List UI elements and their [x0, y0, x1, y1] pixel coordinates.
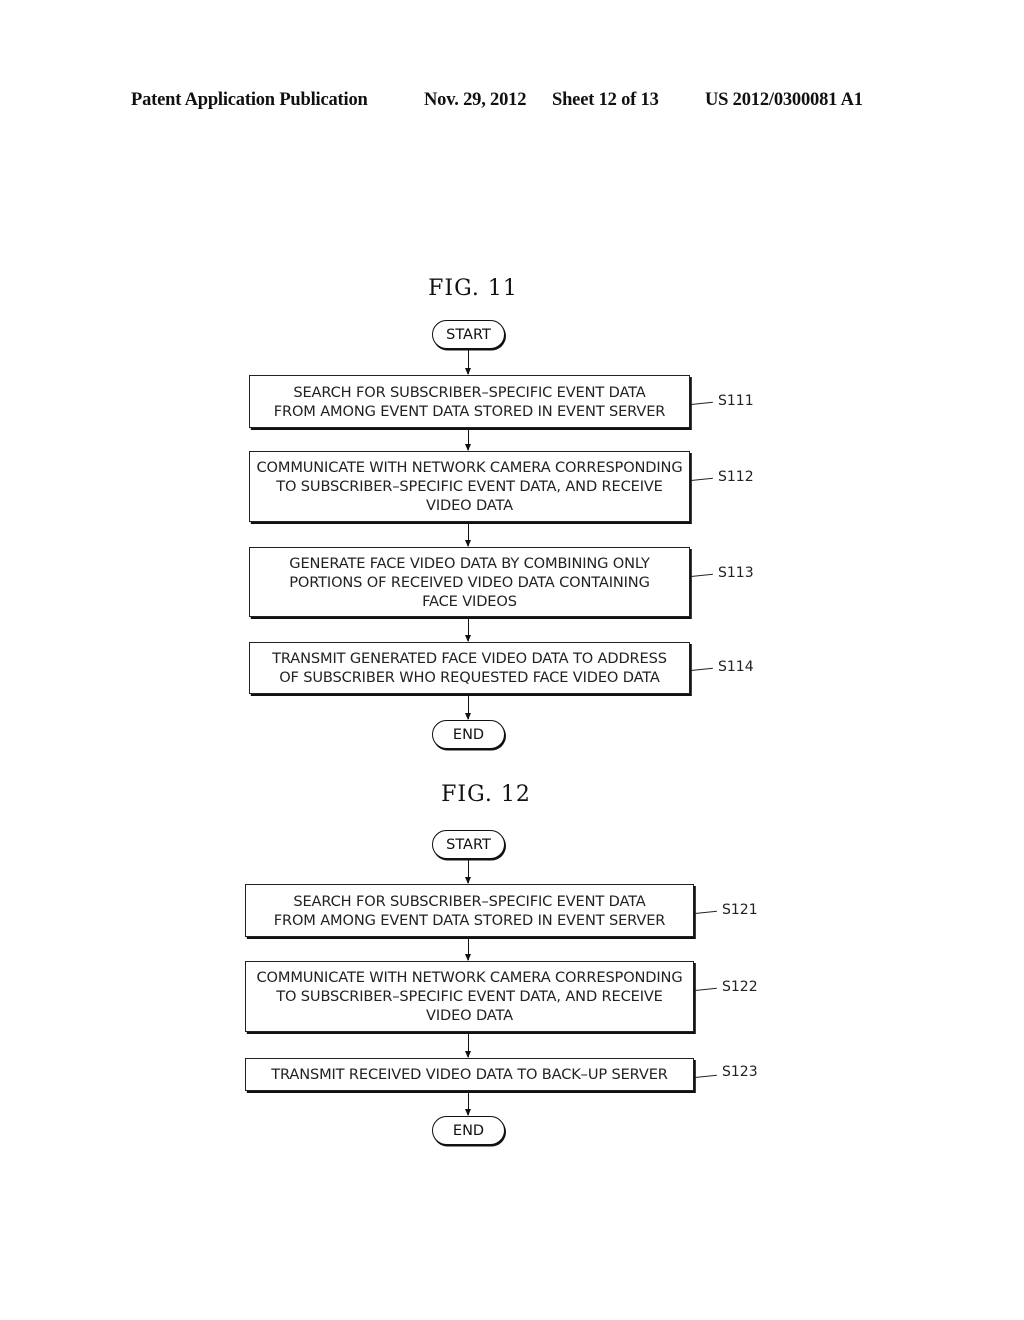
step-box: SEARCH FOR SUBSCRIBER–SPECIFIC EVENT DAT…: [245, 884, 694, 937]
flow-arrow: [464, 1034, 471, 1058]
figure-title: FIG. 11: [428, 276, 518, 301]
step-text: GENERATE FACE VIDEO DATA BY COMBINING ON…: [289, 554, 650, 610]
step-box: COMMUNICATE WITH NETWORK CAMERA CORRESPO…: [249, 451, 690, 522]
leader-line: [690, 401, 713, 405]
publication-type: Patent Application Publication: [131, 90, 368, 110]
step-box: TRANSMIT GENERATED FACE VIDEO DATA TO AD…: [249, 642, 690, 694]
start-terminal: START: [432, 320, 505, 349]
start-label: START: [446, 326, 491, 343]
end-label: END: [452, 1122, 485, 1139]
step-label: S122: [722, 979, 758, 995]
flow-arrow: [464, 1093, 471, 1116]
leader-line: [690, 477, 713, 481]
step-box: COMMUNICATE WITH NETWORK CAMERA CORRESPO…: [245, 961, 694, 1032]
flow-arrow: [464, 860, 471, 884]
step-label: S112: [718, 469, 754, 485]
leader-line: [694, 910, 717, 914]
step-label: S111: [718, 393, 754, 409]
step-text: TRANSMIT GENERATED FACE VIDEO DATA TO AD…: [272, 650, 667, 686]
step-text: TRANSMIT RECEIVED VIDEO DATA TO BACK–UP …: [271, 1066, 668, 1083]
patent-number: US 2012/0300081 A1: [705, 90, 863, 110]
flow-arrow: [464, 619, 471, 642]
flow-arrow: [464, 524, 471, 547]
figure-title: FIG. 12: [441, 782, 531, 807]
leader-line: [694, 1074, 717, 1078]
step-label: S123: [722, 1064, 758, 1080]
step-text: SEARCH FOR SUBSCRIBER–SPECIFIC EVENT DAT…: [273, 383, 666, 420]
step-box: GENERATE FACE VIDEO DATA BY COMBINING ON…: [249, 547, 690, 617]
step-text: COMMUNICATE WITH NETWORK CAMERA CORRESPO…: [256, 969, 683, 1024]
step-text: COMMUNICATE WITH NETWORK CAMERA CORRESPO…: [256, 459, 683, 514]
sheet-number: Sheet 12 of 13: [552, 90, 659, 110]
step-label: S113: [718, 565, 754, 581]
flow-arrow: [464, 350, 471, 375]
flow-arrow: [464, 939, 471, 961]
publication-date: Nov. 29, 2012: [424, 90, 527, 110]
leader-line: [694, 987, 717, 991]
start-label: START: [446, 836, 491, 853]
step-box: SEARCH FOR SUBSCRIBER–SPECIFIC EVENT DAT…: [249, 375, 690, 428]
step-label: S121: [722, 902, 758, 918]
step-text: SEARCH FOR SUBSCRIBER–SPECIFIC EVENT DAT…: [273, 892, 666, 929]
leader-line: [690, 573, 713, 577]
page-header: Patent Application Publication Nov. 29, …: [0, 90, 1024, 114]
leader-line: [690, 667, 713, 671]
flow-arrow: [464, 696, 471, 720]
end-label: END: [452, 726, 485, 743]
end-terminal: END: [432, 1116, 505, 1145]
start-terminal: START: [432, 830, 505, 859]
flow-arrow: [464, 430, 471, 451]
step-label: S114: [718, 659, 754, 675]
end-terminal: END: [432, 720, 505, 749]
step-box: TRANSMIT RECEIVED VIDEO DATA TO BACK–UP …: [245, 1058, 694, 1091]
